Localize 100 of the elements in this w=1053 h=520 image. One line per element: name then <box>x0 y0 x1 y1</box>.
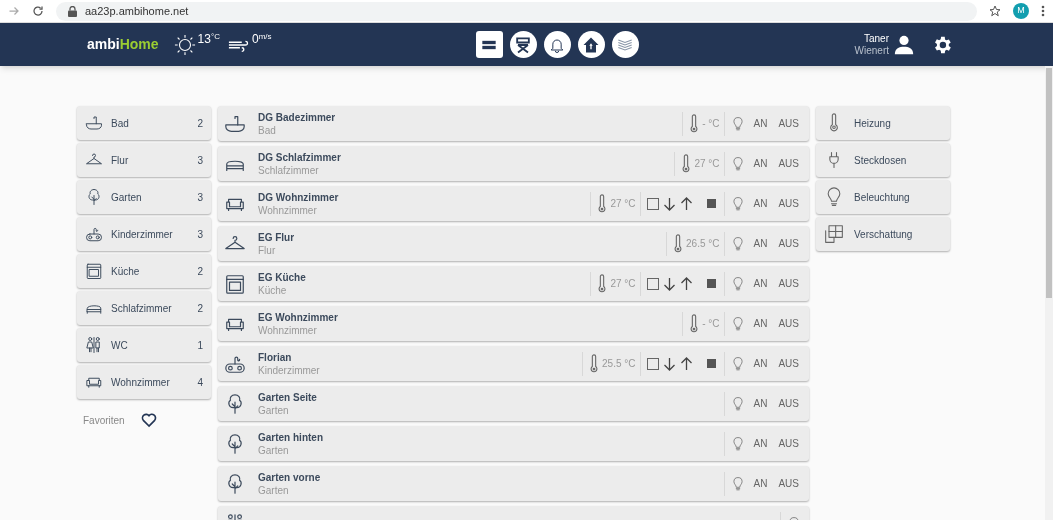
room-card[interactable]: Florian Kinderzimmer 25.5 °C AN AUS <box>218 346 809 381</box>
room-name: DG Wohnzimmer <box>258 190 339 204</box>
off-button[interactable]: AUS <box>776 116 801 131</box>
url-text: aa23p.ambihome.net <box>85 3 189 19</box>
home-view-button[interactable] <box>577 31 605 58</box>
on-button[interactable]: AN <box>751 276 770 291</box>
room-type-item[interactable]: WC 1 <box>77 328 211 362</box>
scrollbar[interactable] <box>1045 66 1053 520</box>
down-arrow-icon[interactable] <box>662 196 676 211</box>
room-type: Schlafzimmer <box>258 163 320 177</box>
room-card[interactable]: EG Wohnzimmer Wohnzimmer - °C AN AUS <box>218 306 809 341</box>
room-type-item[interactable]: Garten 3 <box>77 180 211 214</box>
stove-icon <box>85 262 103 280</box>
stop-icon[interactable] <box>706 199 716 208</box>
off-button[interactable]: AUS <box>776 196 801 211</box>
bath-icon <box>85 114 103 132</box>
thermometer-icon <box>689 113 700 134</box>
chair-view-button[interactable] <box>509 31 537 58</box>
reload-icon[interactable] <box>32 5 44 17</box>
up-arrow-icon[interactable] <box>679 356 693 371</box>
room-type: Garten <box>258 403 290 417</box>
room-type-label: WC <box>111 338 129 353</box>
function-label: Heizung <box>854 116 891 131</box>
room-type: Bad <box>258 123 277 137</box>
thermometer-icon <box>589 353 600 374</box>
room-card[interactable]: EG Flur Flur 26.5 °C AN AUS <box>218 226 809 261</box>
on-button[interactable]: AN <box>751 316 770 331</box>
logo: ambiHome <box>87 35 159 54</box>
shutter-checkbox[interactable] <box>646 197 659 210</box>
function-item[interactable]: Steckdosen <box>816 143 950 177</box>
room-name: EG Wohnzimmer <box>258 310 338 324</box>
room-name: Florian <box>258 350 293 364</box>
room-type-item[interactable]: Wohnzimmer 4 <box>77 365 211 399</box>
bell-view-button[interactable] <box>543 31 571 58</box>
down-arrow-icon[interactable] <box>662 356 676 371</box>
user-first-name: Taner <box>864 32 889 45</box>
room-type-label: Kinderzimmer <box>111 227 174 242</box>
function-item[interactable]: Verschattung <box>816 217 950 251</box>
on-button[interactable]: AN <box>751 436 770 451</box>
temperature-reading: 27 °C <box>610 277 636 291</box>
off-button[interactable]: AUS <box>776 356 801 371</box>
heart-icon[interactable] <box>140 412 157 428</box>
room-card[interactable]: Garten vorne Garten AN AUS <box>218 466 809 501</box>
temperature-reading: - °C <box>702 117 720 131</box>
shutter-checkbox[interactable] <box>646 357 659 370</box>
room-card[interactable]: DG Schlafzimmer Schlafzimmer 27 °C AN AUS <box>218 146 809 181</box>
function-label: Verschattung <box>854 227 913 242</box>
favorites-label: Favoriten <box>83 413 125 428</box>
on-button[interactable]: AN <box>751 116 770 131</box>
room-type-item[interactable]: Küche 2 <box>77 254 211 288</box>
function-item[interactable]: Beleuchtung <box>816 180 950 214</box>
down-arrow-icon[interactable] <box>662 276 676 291</box>
function-item[interactable]: Heizung <box>816 106 950 140</box>
up-arrow-icon[interactable] <box>679 196 693 211</box>
shutter-checkbox[interactable] <box>646 277 659 290</box>
on-button[interactable]: AN <box>751 396 770 411</box>
off-button[interactable]: AUS <box>776 436 801 451</box>
on-button[interactable]: AN <box>751 476 770 491</box>
off-button[interactable]: AUS <box>776 276 801 291</box>
on-button[interactable]: AN <box>751 356 770 371</box>
off-button[interactable]: AUS <box>776 156 801 171</box>
more-icon[interactable] <box>1041 5 1045 17</box>
off-button[interactable]: AUS <box>776 236 801 251</box>
address-bar[interactable]: aa23p.ambihome.net <box>56 1 977 21</box>
room-card[interactable]: EG Küche Küche 27 °C AN AUS <box>218 266 809 301</box>
stop-icon[interactable] <box>706 279 716 288</box>
room-count: 2 <box>197 264 203 279</box>
temperature-reading: 26.5 °C <box>686 237 720 251</box>
on-button[interactable]: AN <box>751 156 770 171</box>
stop-icon[interactable] <box>706 359 716 368</box>
temperature-reading: 27 °C <box>610 197 636 211</box>
function-label: Beleuchtung <box>854 190 910 205</box>
room-type-item[interactable]: Kinderzimmer 3 <box>77 217 211 251</box>
on-button[interactable]: AN <box>751 236 770 251</box>
layers-view-button[interactable] <box>611 31 639 58</box>
room-type: Küche <box>258 283 288 297</box>
room-card[interactable]: DG Wohnzimmer Wohnzimmer 27 °C AN AUS <box>218 186 809 221</box>
room-type-item[interactable]: Schlafzimmer 2 <box>77 291 211 325</box>
off-button[interactable]: AUS <box>776 476 801 491</box>
off-button[interactable]: AUS <box>776 316 801 331</box>
room-type: Garten <box>258 483 290 497</box>
room-card[interactable]: Garten Seite Garten AN AUS <box>218 386 809 421</box>
room-card[interactable]: DG Badezimmer Bad - °C AN AUS <box>218 106 809 141</box>
on-button[interactable]: AN <box>751 196 770 211</box>
list-view-button[interactable] <box>475 31 503 58</box>
thermometer-icon <box>597 273 608 294</box>
star-icon[interactable] <box>989 5 1001 17</box>
up-arrow-icon[interactable] <box>679 276 693 291</box>
user-icon[interactable] <box>893 33 915 56</box>
temperature-text: 13$^{°C}$ <box>197 30 220 48</box>
room-type-item[interactable]: Flur 3 <box>77 143 211 177</box>
thermometer-icon <box>673 233 684 254</box>
room-card[interactable]: Garten hinten Garten AN AUS <box>218 426 809 461</box>
room-type-item[interactable]: Bad 2 <box>77 106 211 140</box>
gamepad-icon <box>85 225 103 243</box>
room-name: DG Badezimmer <box>258 110 336 124</box>
user-last-name: Wienert <box>854 44 889 57</box>
room-name: Garten Seite <box>258 390 317 404</box>
room-count: 3 <box>197 153 203 168</box>
off-button[interactable]: AUS <box>776 396 801 411</box>
